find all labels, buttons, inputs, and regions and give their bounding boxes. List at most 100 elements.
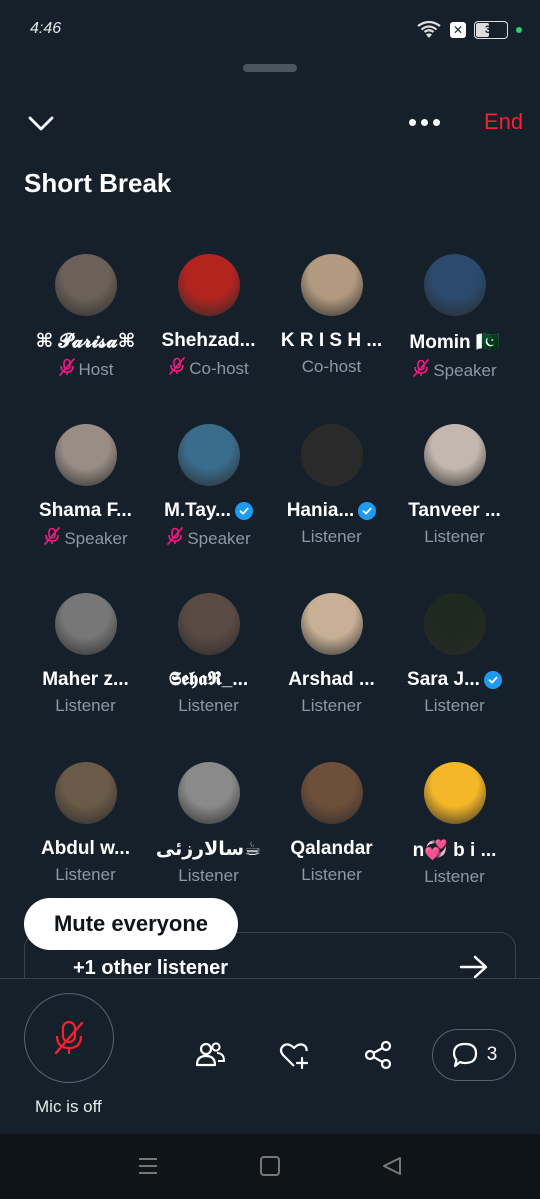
back-icon[interactable] [381, 1155, 403, 1177]
avatar [423, 593, 486, 655]
mic-off-icon [58, 358, 76, 381]
recent-apps-icon[interactable] [137, 1156, 159, 1176]
participant-role: Speaker [43, 527, 128, 550]
participant-role: Listener [55, 696, 116, 715]
participant-name: K R I S H ... [280, 330, 383, 351]
arrow-right-icon [459, 955, 488, 979]
mute-everyone-button[interactable]: Mute everyone [24, 898, 238, 950]
participant-card[interactable]: Qalandar Listener [270, 758, 393, 918]
participant-role: Listener [301, 527, 362, 546]
verified-badge-icon [483, 671, 502, 689]
participant-card[interactable]: Hania... Listener [270, 420, 393, 580]
avatar [54, 593, 117, 655]
chat-bubble-icon [452, 1042, 477, 1068]
more-options-button[interactable] [404, 108, 444, 136]
chevron-down-icon[interactable] [26, 108, 56, 138]
participant-card[interactable]: Abdul w... Listener [24, 758, 147, 918]
participant-name: Shama F... [39, 500, 132, 521]
privacy-dot [516, 27, 522, 33]
avatar [177, 424, 240, 486]
participant-card[interactable]: K R I S H ... Co-host [270, 250, 393, 410]
participant-name: Tanveer ... [408, 500, 501, 521]
participant-name: ⌘ 𝓟𝓪𝓻𝓲𝓼𝓪⌘ [35, 331, 136, 352]
avatar [54, 762, 117, 824]
mic-off-icon [54, 1020, 84, 1055]
comment-count: 3 [486, 1044, 498, 1065]
mic-off-icon [43, 527, 61, 550]
avatar [300, 254, 363, 316]
end-space-button[interactable]: End [484, 109, 523, 135]
participant-role: Speaker [412, 359, 497, 382]
mic-toggle-button[interactable] [24, 993, 114, 1083]
participant-name: n💞 b i ... [412, 840, 497, 861]
participant-role: Listener [424, 867, 485, 886]
participant-name: M.Tay... [164, 500, 253, 522]
battery-icon: 38 [474, 21, 508, 39]
space-title: Short Break [24, 168, 172, 198]
participant-name: Hania... [287, 500, 377, 522]
participant-role: Listener [55, 865, 116, 884]
participant-card[interactable]: Shehzad... Co-host [147, 250, 270, 410]
share-icon[interactable] [362, 1039, 394, 1071]
participant-card[interactable]: Arshad ... Listener [270, 589, 393, 749]
avatar [423, 762, 486, 824]
participant-name: Arshad ... [288, 669, 375, 690]
heart-plus-icon[interactable] [278, 1039, 310, 1071]
avatar [423, 424, 486, 486]
participant-role: Listener [178, 866, 239, 885]
participant-card[interactable]: Sara J... Listener [393, 589, 516, 749]
participant-card[interactable]: n💞 b i ... Listener [393, 758, 516, 918]
participant-card[interactable]: Tanveer ... Listener [393, 420, 516, 580]
participant-role: Listener [424, 527, 485, 546]
people-icon[interactable] [194, 1039, 226, 1071]
status-time: 4:46 [30, 20, 62, 37]
mic-off-icon [166, 527, 184, 550]
participant-card[interactable]: M.Tay... Speaker [147, 420, 270, 580]
participant-name: سالارزئی☕ [155, 839, 262, 860]
verified-badge-icon [358, 502, 377, 520]
avatar [300, 424, 363, 486]
status-icons: ✕ 38 [416, 20, 522, 40]
wifi-icon [417, 20, 441, 38]
participant-name: 𝕾𝖊𝖍𝖆𝕽_... [168, 669, 249, 690]
participant-role: Speaker [166, 527, 251, 550]
mic-off-icon [168, 357, 186, 380]
participant-name: Maher z... [42, 669, 129, 690]
participant-role: Listener [301, 865, 362, 884]
participant-name: Abdul w... [40, 838, 130, 859]
sheet-drag-handle[interactable] [243, 64, 297, 72]
participant-role: Listener [178, 696, 239, 715]
participant-card[interactable]: ⌘ 𝓟𝓪𝓻𝓲𝓼𝓪⌘ Host [24, 250, 147, 410]
participant-role: Co-host [301, 357, 362, 376]
participant-name: Momin 🇵🇰 [409, 332, 500, 353]
notification-x-icon: ✕ [450, 22, 466, 38]
participant-card[interactable]: Momin 🇵🇰 Speaker [393, 250, 516, 410]
mic-status-label: Mic is off [35, 1097, 102, 1116]
avatar [300, 593, 363, 655]
participant-card[interactable]: سالارزئی☕ Listener [147, 758, 270, 918]
participant-name: Shehzad... [161, 330, 256, 351]
avatar [177, 254, 240, 316]
avatar [423, 254, 486, 316]
avatar [54, 254, 117, 316]
verified-badge-icon [234, 502, 253, 520]
participant-card[interactable]: 𝕾𝖊𝖍𝖆𝕽_... Listener [147, 589, 270, 749]
mic-off-icon [412, 359, 430, 382]
battery-level: 38 [484, 24, 498, 36]
participant-name: Sara J... [407, 669, 502, 691]
avatar [300, 762, 363, 824]
home-icon[interactable] [260, 1156, 280, 1176]
participant-role: Host [58, 358, 113, 381]
system-nav-bar [0, 1134, 540, 1199]
status-bar: 4:46 ✕ 38 [0, 0, 540, 60]
participant-role: Listener [301, 696, 362, 715]
participant-role: Co-host [168, 357, 249, 380]
participant-card[interactable]: Maher z... Listener [24, 589, 147, 749]
avatar [54, 424, 117, 486]
participant-card[interactable]: Shama F... Speaker [24, 420, 147, 580]
bottom-controls: Mic is off 3 [0, 978, 540, 1134]
comments-button[interactable]: 3 [432, 1029, 516, 1081]
other-listener-label: +1 other listener [73, 957, 229, 979]
participant-name: Qalandar [290, 838, 373, 859]
avatar [177, 593, 240, 655]
